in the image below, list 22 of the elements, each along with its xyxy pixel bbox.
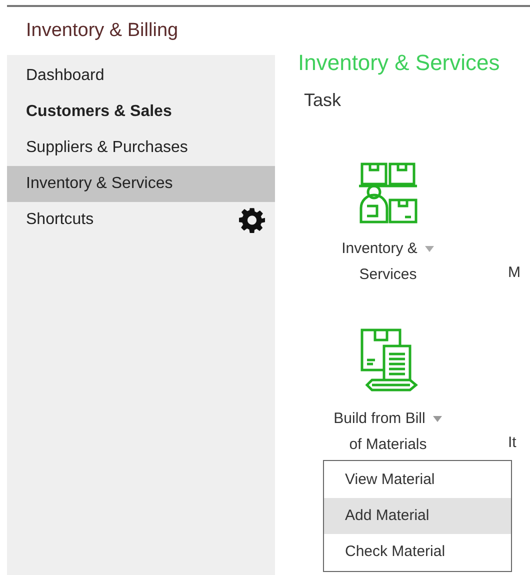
menu-item[interactable]: Check Material [324,534,511,570]
section-label: Task [304,89,342,112]
caret-icon[interactable] [433,416,442,422]
sidebar-item[interactable]: Inventory & Services [7,166,275,202]
sidebar-item[interactable]: Suppliers & Purchases [7,130,275,166]
tile-label[interactable]: Inventory & [342,236,418,262]
menu-item[interactable]: View Material [324,462,511,498]
app-title: Inventory & Billing [26,19,178,43]
sidebar-item[interactable]: Dashboard [7,58,275,94]
caret-icon[interactable] [425,246,434,252]
tile-label[interactable]: It [508,430,518,456]
settings-icon[interactable] [239,207,265,233]
page-heading: Inventory & Services [298,49,501,77]
tile-label[interactable]: M [508,260,518,286]
sidebar-item[interactable]: Shortcuts [7,202,275,238]
box-document-pencil-icon [358,328,418,394]
sidebar-item[interactable]: Customers & Sales [7,94,275,130]
warehouse-worker-icon [357,162,419,224]
menu-item[interactable]: Add Material [324,498,511,534]
tile-label[interactable]: Build from Bill [334,406,426,432]
tile-label[interactable]: of Materials [349,432,427,458]
tile-label[interactable]: Services [359,262,417,288]
